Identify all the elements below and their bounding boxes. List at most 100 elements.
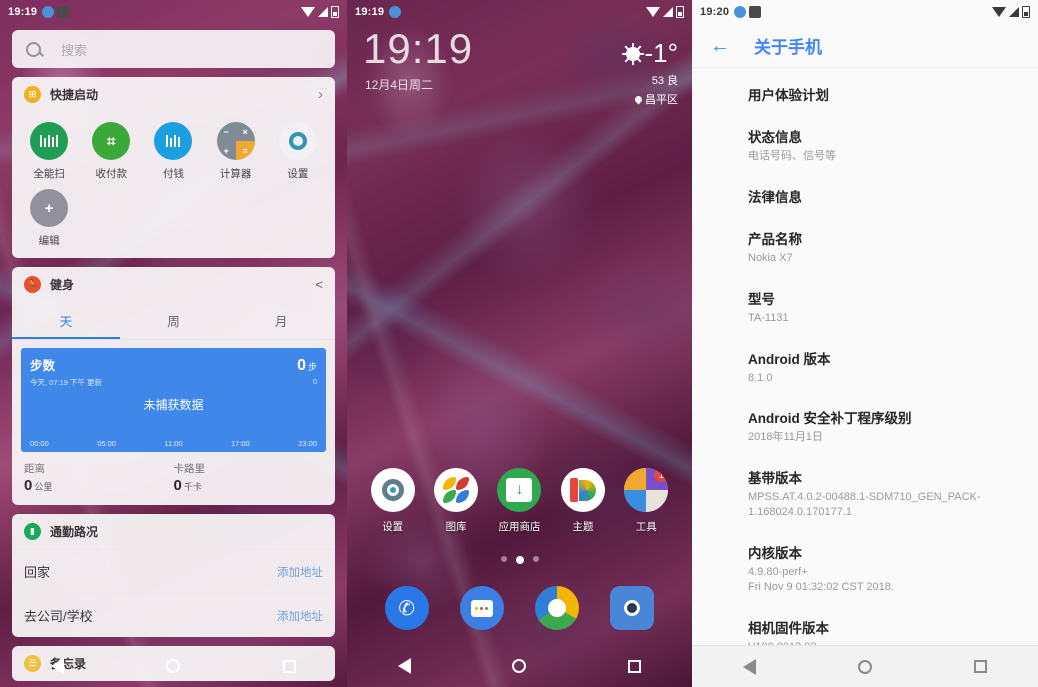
commute-row-label: 去公司/学校 (24, 609, 93, 624)
running-icon: 🏃 (24, 276, 41, 293)
app-theme[interactable]: 主题 (551, 468, 614, 534)
list-item[interactable]: Android 版本 8.1.0 (748, 348, 1038, 408)
steps-header: 步数 0 步 (30, 355, 317, 375)
metric-label: 距离 (24, 463, 45, 475)
dock-phone[interactable]: ✆ (369, 586, 444, 630)
app-label: 应用商店 (498, 521, 541, 533)
app-store-icon: ↓ (497, 468, 542, 512)
quick-launch-item-settings[interactable]: 设置 (267, 122, 329, 181)
page-dot[interactable] (500, 556, 507, 562)
chevron-right-icon[interactable]: › (318, 87, 323, 102)
weather-widget[interactable]: -1° 53 良 昌平区 (624, 38, 678, 107)
add-address-link[interactable]: 添加地址 (277, 608, 323, 624)
status-bar-system-icons (992, 6, 1030, 18)
axis-tick: 00:00 (30, 439, 49, 448)
quick-launch-item-pay-receive[interactable]: ⌗ 收付款 (80, 122, 142, 181)
about-phone-list[interactable]: 用户体验计划 状态信息 电话号码、信号等 法律信息 产品名称 Nokia X7 … (692, 70, 1038, 645)
tools-folder-icon: 1 (624, 468, 669, 512)
list-item-subtitle: 2018年11月1日 (748, 431, 824, 444)
list-item[interactable]: 相机固件版本 V100.0012.02 V010.0006.03 (748, 617, 1038, 645)
metric-calories: 卡路里 0 千卡 (174, 461, 324, 494)
grid-icon: ⊞ (24, 86, 41, 103)
gallery-icon (434, 468, 479, 512)
page-dot-active[interactable] (515, 556, 524, 564)
recents-icon[interactable] (974, 660, 987, 673)
list-item[interactable]: Android 安全补丁程序级别 2018年11月1日 (748, 407, 1038, 467)
photo-icon (749, 6, 762, 18)
signal-icon (318, 7, 328, 17)
back-icon[interactable] (743, 658, 756, 675)
quick-launch-item-scan[interactable]: 全能扫 (18, 122, 80, 181)
app-settings[interactable]: 设置 (361, 468, 424, 534)
commute-row-home[interactable]: 回家 添加地址 (12, 549, 335, 593)
quick-launch-label: 编辑 (38, 235, 60, 247)
app-tools-folder[interactable]: 1 工具 (615, 468, 678, 534)
home-dock: ✆ (347, 586, 692, 630)
list-item-title: 内核版本 (748, 545, 802, 561)
list-item[interactable]: 基带版本 MPSS.AT.4.0.2-00488.1-SDM710_GEN_PA… (748, 467, 1038, 542)
list-item-title: 用户体验计划 (748, 88, 829, 103)
steps-updated: 今天, 07:19 下午 更新 (30, 378, 103, 387)
dock-camera[interactable] (595, 586, 670, 630)
back-icon[interactable] (397, 658, 411, 674)
search-icon (26, 41, 41, 57)
share-icon[interactable]: < (315, 277, 323, 292)
status-bar-time: 19:20 (700, 6, 730, 18)
dock-chrome[interactable] (520, 586, 595, 630)
home-icon[interactable] (858, 659, 872, 674)
photo-icon (57, 6, 70, 18)
dock-messages[interactable] (444, 586, 519, 630)
steps-chart[interactable]: 步数 0 步 今天, 07:19 下午 更新 0 未捕获数据 00:00 05:… (21, 348, 326, 452)
recents-icon[interactable] (282, 659, 296, 673)
weather-aqi: 53 良 (651, 75, 678, 87)
home-icon[interactable] (166, 659, 181, 673)
recents-icon[interactable] (628, 659, 642, 673)
quick-launch-item-pay[interactable]: 付钱 (142, 122, 204, 181)
sun-icon (624, 45, 642, 62)
quick-launch-label: 计算器 (219, 168, 252, 180)
phone-icon: ✆ (384, 586, 429, 630)
cloud-icon (42, 6, 55, 18)
list-item-title: 法律信息 (748, 189, 802, 205)
back-icon[interactable] (51, 658, 65, 674)
arrow-back-icon[interactable]: ← (710, 36, 730, 56)
quick-launch-item-edit[interactable]: + 编辑 (18, 189, 80, 248)
axis-tick: 05:00 (97, 439, 116, 448)
tab-week[interactable]: 周 (120, 302, 228, 339)
metric-distance: 距离 0 公里 (24, 461, 174, 494)
app-gallery[interactable]: 图库 (424, 468, 487, 534)
weather-current: -1° (624, 38, 678, 69)
list-item[interactable]: 状态信息 电话号码、信号等 (748, 126, 1038, 186)
list-item-subtitle: MPSS.AT.4.0.2-00488.1-SDM710_GEN_PACK-1.… (748, 491, 981, 519)
metric-number: 0 (24, 477, 33, 494)
list-item[interactable]: 用户体验计划 (748, 84, 1038, 126)
negative-screen-scroll[interactable]: 搜索 ⊞ 快捷启动 › 全能扫 ⌗ 收付款 付钱 − × + = 计算器 设置 … (0, 24, 347, 687)
quick-launch-header[interactable]: ⊞ 快捷启动 › (12, 77, 335, 112)
quick-launch-item-calculator[interactable]: − × + = 计算器 (205, 122, 267, 181)
list-item[interactable]: 内核版本 4.9.80-perf+ Fri Nov 9 01:32:02 CST… (748, 542, 1038, 617)
commute-row-work[interactable]: 去公司/学校 添加地址 (12, 593, 335, 637)
steps-axis-max: 0 (312, 377, 317, 386)
quick-launch-label: 设置 (287, 168, 309, 180)
list-item[interactable]: 产品名称 Nokia X7 (748, 228, 1038, 288)
add-address-link[interactable]: 添加地址 (277, 564, 323, 580)
app-store[interactable]: ↓ 应用商店 (488, 468, 551, 534)
tab-day[interactable]: 天 (12, 302, 120, 339)
clock-widget[interactable]: 19:19 12月4日周二 (363, 28, 473, 93)
navigation-bar (692, 645, 1038, 687)
commute-row-label: 回家 (24, 565, 51, 580)
tab-month[interactable]: 月 (227, 302, 335, 339)
fitness-metrics: 距离 0 公里 卡路里 0 千卡 (12, 452, 335, 505)
list-item[interactable]: 型号 TA-1131 (748, 288, 1038, 348)
plus-icon: + (30, 189, 69, 227)
home-icon[interactable] (512, 659, 527, 673)
metric-unit: 千卡 (183, 482, 202, 492)
status-bar-system-icons (646, 6, 684, 18)
list-item[interactable]: 法律信息 (748, 186, 1038, 228)
page-dot[interactable] (532, 556, 539, 562)
list-item-subtitle: 8.1.0 (748, 371, 773, 384)
app-bar: ← 关于手机 (692, 24, 1038, 68)
search-input[interactable]: 搜索 (12, 30, 335, 68)
quick-launch-label: 全能扫 (33, 168, 65, 180)
signal-icon (1009, 7, 1019, 17)
